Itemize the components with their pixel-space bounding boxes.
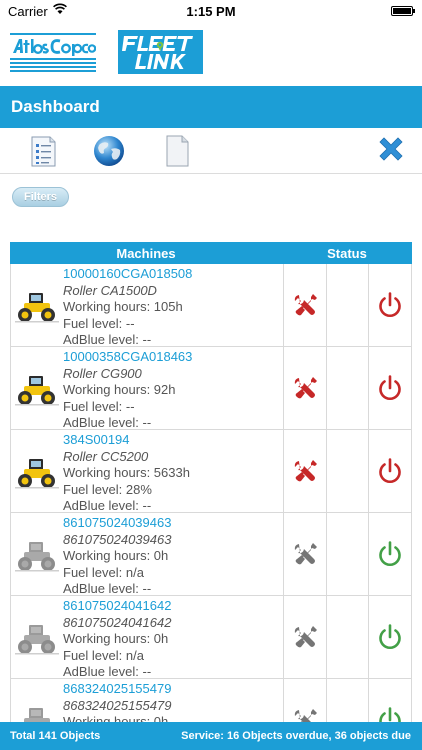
- column-header-machines: Machines: [116, 246, 176, 261]
- machine-image-cell: [11, 596, 63, 678]
- machine-image-cell: [11, 513, 63, 595]
- machine-model: Roller CA1500D: [63, 282, 157, 298]
- machine-model: Roller CG900: [63, 365, 142, 381]
- report-list-icon[interactable]: [26, 135, 60, 167]
- document-icon[interactable]: [160, 135, 194, 167]
- machine-id-link[interactable]: 868324025155479: [63, 681, 283, 698]
- close-icon[interactable]: [374, 135, 408, 167]
- clock: 1:15 PM: [186, 4, 236, 19]
- machine-id-link[interactable]: 10000160CGA018508: [63, 266, 283, 283]
- machine-id-link[interactable]: 861075024039463: [63, 515, 283, 532]
- wrench-screwdriver-icon[interactable]: [293, 375, 319, 401]
- power-icon[interactable]: [377, 457, 403, 485]
- power-icon[interactable]: [377, 291, 403, 319]
- machine-model: 868324025155479: [63, 697, 172, 713]
- service-status-cell: [284, 430, 327, 512]
- service-status-cell: [284, 596, 327, 678]
- status-spacer-cell: [327, 347, 369, 429]
- machine-thumbnail: [15, 625, 59, 655]
- power-icon[interactable]: [377, 623, 403, 651]
- wrench-screwdriver-icon[interactable]: [293, 292, 319, 318]
- machine-thumbnail: [15, 542, 59, 572]
- power-status-cell: [369, 513, 411, 595]
- machine-image-cell: [11, 264, 63, 346]
- machine-model: 861075024041642: [63, 614, 172, 630]
- table-row[interactable]: 861075024041642 861075024041642 Working ho…: [10, 596, 412, 679]
- machine-id-link[interactable]: 10000358CGA018463: [63, 349, 283, 366]
- battery-icon: [391, 6, 415, 16]
- globe-map-icon[interactable]: [92, 135, 126, 167]
- machine-image-cell: [11, 347, 63, 429]
- fuel-level: Fuel level: n/a: [63, 564, 144, 580]
- fuel-level: Fuel level: --: [63, 315, 135, 331]
- fleetlink-logo: [118, 30, 203, 74]
- machine-thumbnail: [15, 293, 59, 323]
- machine-thumbnail: [15, 376, 59, 406]
- machine-info-cell: 384S00194 Roller CC5200 Working hours: 563…: [63, 430, 284, 513]
- fuel-level: Fuel level: --: [63, 398, 135, 414]
- table-row[interactable]: 10000358CGA018463 Roller CG900 Working hou…: [10, 347, 412, 430]
- service-status-cell: [284, 347, 327, 429]
- fuel-level: Fuel level: 28%: [63, 481, 152, 497]
- power-status-cell: [369, 347, 411, 429]
- status-spacer-cell: [327, 596, 369, 678]
- power-status-cell: [369, 596, 411, 678]
- machine-info-cell: 10000358CGA018463 Roller CG900 Working hou…: [63, 347, 284, 430]
- status-spacer-cell: [327, 430, 369, 512]
- service-summary-label: Service: 16 Objects overdue, 36 objects …: [181, 730, 411, 742]
- machine-model: Roller CC5200: [63, 448, 149, 464]
- table-header: Machines Status: [10, 242, 412, 264]
- machine-info-cell: 10000160CGA018508 Roller CA1500D Working h…: [63, 264, 284, 347]
- machine-thumbnail: [15, 459, 59, 489]
- summary-footer: Total 141 Objects Service: 16 Objects ov…: [0, 722, 422, 750]
- dashboard-header: Dashboard: [0, 86, 422, 128]
- wrench-screwdriver-icon[interactable]: [293, 624, 319, 650]
- column-header-status: Status: [327, 246, 367, 261]
- table-row[interactable]: 384S00194 Roller CC5200 Working hours: 563…: [10, 430, 412, 513]
- table-row[interactable]: 861075024039463 861075024039463 Working ho…: [10, 513, 412, 596]
- working-hours: Working hours: 105h: [63, 299, 183, 314]
- working-hours: Working hours: 5633h: [63, 465, 190, 480]
- machine-id-link[interactable]: 384S00194: [63, 432, 283, 449]
- working-hours: Working hours: 0h: [63, 548, 169, 563]
- page-title: Dashboard: [11, 97, 100, 116]
- machines-list: 10000160CGA018508 Roller CA1500D Working h…: [10, 264, 412, 750]
- machines-table: Machines Status 10000160CGA018508 Roller …: [10, 242, 412, 750]
- status-bar: Carrier 1:15 PM: [0, 0, 422, 22]
- atlas-copco-logo: [10, 31, 96, 73]
- brand-header: [0, 22, 422, 86]
- status-spacer-cell: [327, 513, 369, 595]
- filters-button[interactable]: Filters: [12, 187, 69, 207]
- wrench-screwdriver-icon[interactable]: [293, 458, 319, 484]
- power-status-cell: [369, 430, 411, 512]
- fuel-level: Fuel level: n/a: [63, 647, 144, 663]
- power-icon[interactable]: [377, 540, 403, 568]
- status-spacer-cell: [327, 264, 369, 346]
- machine-model: 861075024039463: [63, 531, 172, 547]
- working-hours: Working hours: 0h: [63, 631, 169, 646]
- machine-id-link[interactable]: 861075024041642: [63, 598, 283, 615]
- power-icon[interactable]: [377, 374, 403, 402]
- power-status-cell: [369, 264, 411, 346]
- table-row[interactable]: 10000160CGA018508 Roller CA1500D Working h…: [10, 264, 412, 347]
- machine-info-cell: 861075024041642 861075024041642 Working ho…: [63, 596, 284, 679]
- wrench-screwdriver-icon[interactable]: [293, 541, 319, 567]
- toolbar: [0, 128, 422, 174]
- service-status-cell: [284, 513, 327, 595]
- machine-info-cell: 861075024039463 861075024039463 Working ho…: [63, 513, 284, 596]
- service-status-cell: [284, 264, 327, 346]
- total-objects-label: Total 141 Objects: [10, 730, 101, 742]
- machine-image-cell: [11, 430, 63, 512]
- working-hours: Working hours: 92h: [63, 382, 176, 397]
